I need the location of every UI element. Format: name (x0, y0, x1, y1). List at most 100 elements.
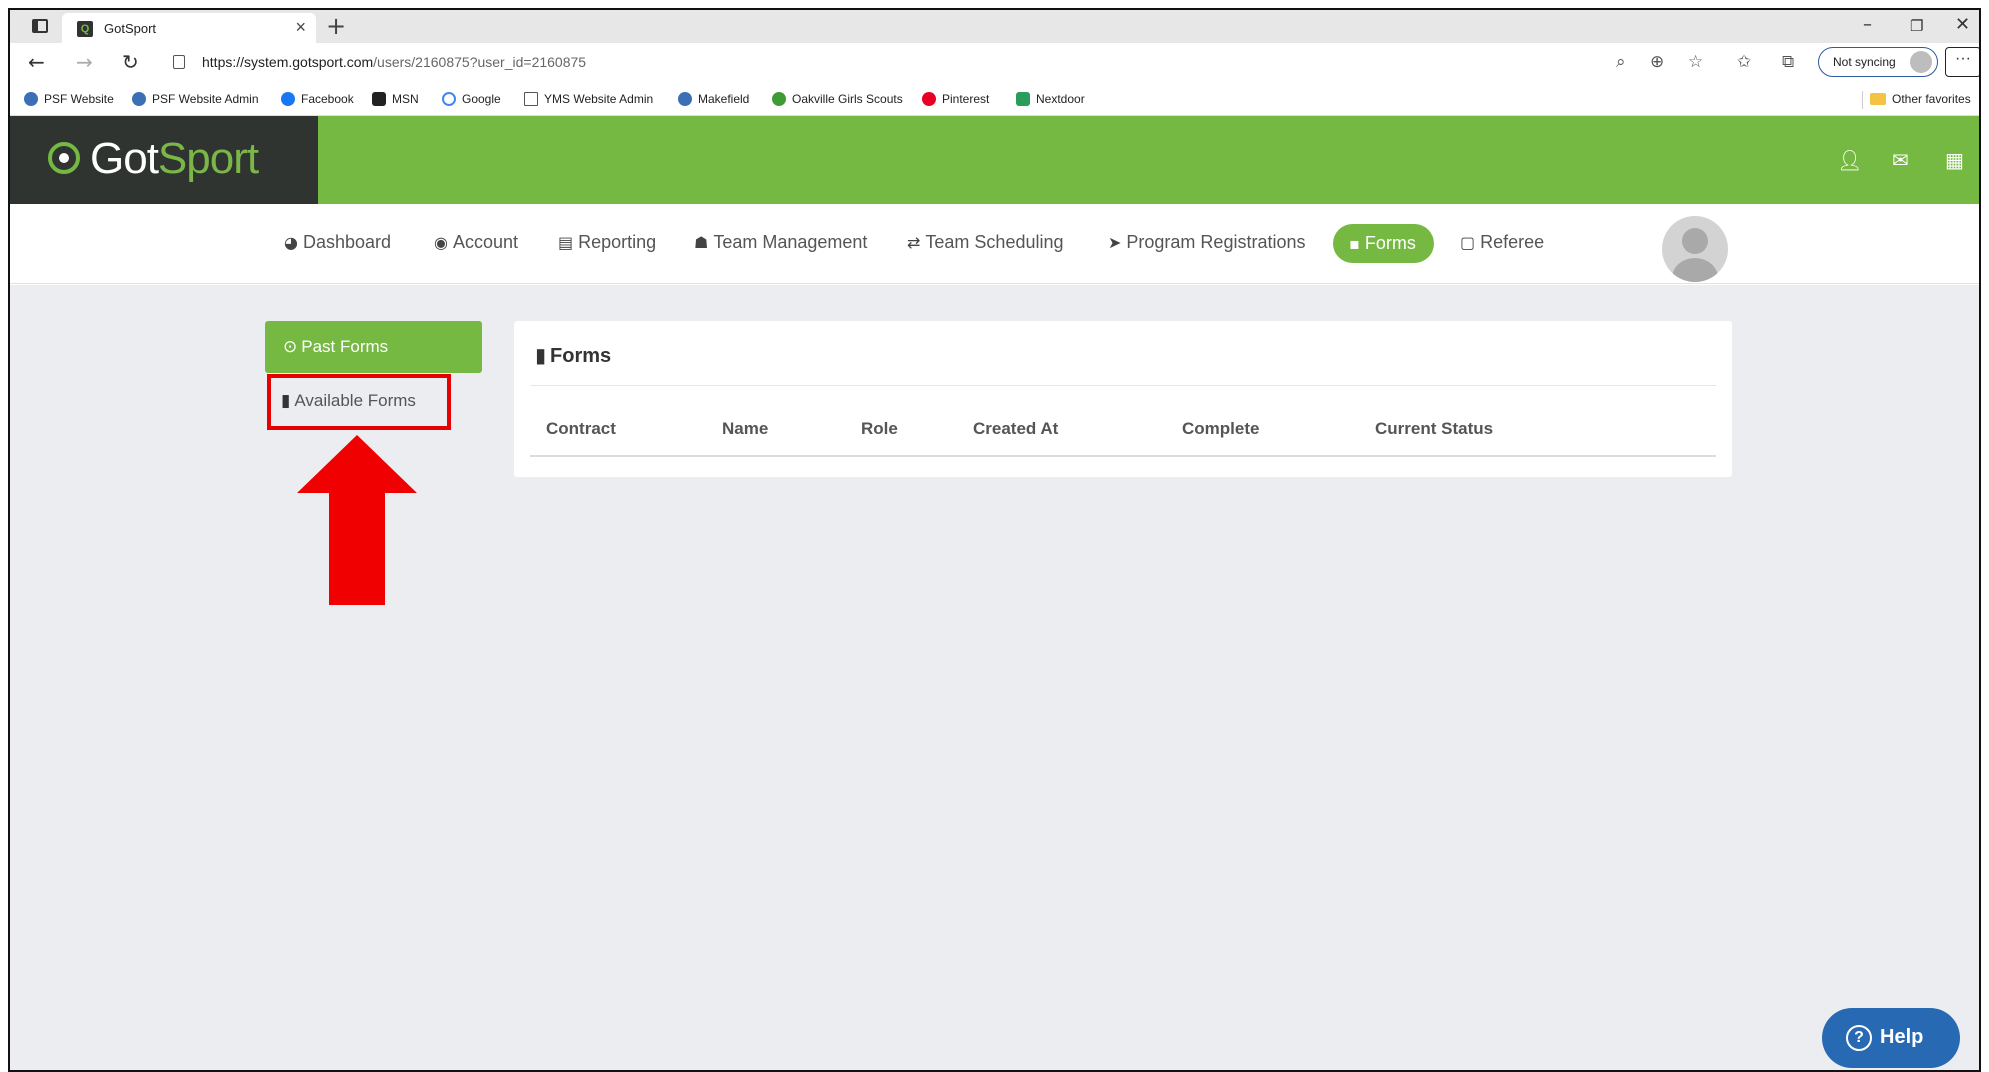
bookmark-makefield[interactable]: Makefield (678, 92, 749, 106)
psf-icon (24, 92, 38, 106)
red-arrow-annotation (297, 435, 417, 605)
bookmark-label: Pinterest (942, 92, 990, 106)
nav-account[interactable]: ◉ Account (434, 232, 518, 253)
bookmark-yms-website-admin[interactable]: YMS Website Admin (524, 92, 653, 106)
help-button[interactable]: ? Help (1822, 1008, 1960, 1068)
zoom-icon[interactable]: ⊕ (1650, 52, 1664, 72)
column-header-name[interactable]: Name (722, 419, 768, 439)
logo-got: Got (90, 134, 159, 183)
bookmark-label: Other favorites (1892, 92, 1971, 106)
window-close-icon[interactable]: ✕ (1955, 14, 1970, 35)
bookmark-label: MSN (392, 92, 419, 106)
address-bar-row: ← → ↻ https://system.gotsport.com/users/… (10, 43, 1979, 83)
highlight-box-annotation (267, 374, 451, 430)
gotsport-logo[interactable]: GotSport (10, 116, 318, 204)
calendar-icon: ▢ (1460, 233, 1476, 252)
nextdoor-icon (1016, 92, 1030, 106)
profile-avatar-icon (1910, 51, 1932, 73)
site-header: GotSport 👤︎ ✉︎ ▦ (10, 116, 1979, 204)
panel-title-text: Forms (550, 345, 612, 367)
bookmark-label: Makefield (698, 92, 750, 106)
panel-title: ▮ Forms (535, 343, 611, 368)
past-forms-button[interactable]: ⊙ Past Forms (265, 321, 482, 373)
nav-team-scheduling[interactable]: ⇄ Team Scheduling (907, 232, 1064, 253)
bookmark-label: PSF Website (44, 92, 114, 106)
new-tab-icon[interactable]: + (326, 12, 346, 40)
bookmark-psf-website-admin[interactable]: PSF Website Admin (132, 92, 259, 106)
minimize-icon[interactable]: – (1863, 14, 1872, 35)
back-icon[interactable]: ← (28, 50, 45, 74)
column-header-created-at[interactable]: Created At (973, 419, 1058, 439)
bookmark-oakville-girls-scouts[interactable]: Oakville Girls Scouts (772, 92, 903, 106)
gotsport-logo-icon (48, 142, 80, 174)
address-input[interactable]: https://system.gotsport.com/users/216087… (202, 54, 586, 70)
msn-icon (372, 92, 386, 106)
nav-forms[interactable]: ▪ Forms (1333, 224, 1434, 263)
browser-tabstrip: Q GotSport × + – ❐ ✕ (10, 10, 1979, 43)
column-header-current-status[interactable]: Current Status (1375, 419, 1493, 439)
bookmarks-divider (1862, 91, 1863, 109)
nav-label: Dashboard (302, 232, 392, 252)
nav-program-registrations[interactable]: ➤ Program Registrations (1108, 232, 1305, 253)
facebook-icon (281, 92, 295, 106)
logo-sport: Sport (157, 134, 259, 183)
user-icon[interactable]: 👤︎ (1837, 148, 1862, 172)
bookmark-nextdoor[interactable]: Nextdoor (1016, 92, 1085, 106)
tab-actions-icon[interactable] (32, 19, 48, 33)
tab-close-icon[interactable]: × (295, 17, 306, 38)
nav-team-management[interactable]: ☗ Team Management (694, 232, 867, 253)
bookmark-label: Oakville Girls Scouts (792, 92, 903, 106)
favorites-icon[interactable]: ✩ (1737, 52, 1751, 72)
clock-icon: ⊙ (283, 337, 298, 357)
column-header-complete[interactable]: Complete (1182, 419, 1259, 439)
refresh-icon[interactable]: ↻ (122, 50, 139, 74)
forward-icon[interactable]: → (76, 50, 93, 74)
browser-menu-icon[interactable]: ··· (1945, 47, 1979, 77)
paper-plane-icon: ➤ (1108, 233, 1122, 252)
apps-grid-icon[interactable]: ▦ (1945, 148, 1964, 172)
column-header-role[interactable]: Role (861, 419, 898, 439)
bookmark-msn[interactable]: MSN (372, 92, 419, 106)
bookmark-label: Facebook (301, 92, 354, 106)
nav-label: Account (452, 232, 519, 252)
read-aloud-icon[interactable]: ⌕ (1616, 52, 1626, 72)
add-favorite-icon[interactable]: ☆ (1688, 52, 1703, 72)
psf-icon (132, 92, 146, 106)
sync-button[interactable]: Not syncing (1818, 47, 1938, 77)
bookmark-facebook[interactable]: Facebook (281, 92, 354, 106)
column-header-contract[interactable]: Contract (546, 419, 616, 439)
google-icon (442, 92, 456, 106)
restore-icon[interactable]: ❐ (1910, 17, 1923, 35)
nav-label: Team Management (713, 232, 868, 252)
exchange-icon: ⇄ (907, 233, 921, 252)
psf-icon (678, 92, 692, 106)
forms-panel: ▮ Forms Contract Name Role Created At Com… (514, 321, 1732, 477)
user-avatar[interactable] (1662, 216, 1728, 282)
bookmark-label: Google (462, 92, 501, 106)
sync-label: Not syncing (1833, 55, 1896, 69)
help-label: Help (1880, 1026, 1924, 1048)
users-icon: ☗ (694, 233, 709, 252)
page-icon (524, 92, 538, 106)
lock-icon[interactable] (173, 55, 185, 69)
girl-scouts-icon (772, 92, 786, 106)
panel-divider (530, 385, 1716, 386)
bookmark-google[interactable]: Google (442, 92, 501, 106)
nav-referee[interactable]: ▢ Referee (1460, 232, 1544, 253)
gotsport-favicon-icon: Q (77, 21, 93, 37)
browser-tab[interactable]: Q GotSport × (62, 13, 316, 43)
collections-icon[interactable]: ⧉ (1782, 52, 1794, 72)
nav-reporting[interactable]: ▤ Reporting (558, 232, 656, 253)
nav-label: Reporting (578, 232, 657, 252)
bookmark-pinterest[interactable]: Pinterest (922, 92, 989, 106)
nav-label: Referee (1480, 232, 1545, 252)
url-host: https://system.gotsport.com (202, 54, 374, 70)
bookmark-psf-website[interactable]: PSF Website (24, 92, 114, 106)
envelope-icon[interactable]: ✉︎ (1892, 148, 1909, 172)
url-path: /users/2160875?user_id=2160875 (373, 54, 587, 70)
nav-dashboard[interactable]: ◕ Dashboard (284, 232, 391, 253)
file-icon: ▮ (535, 343, 547, 367)
bookmark-other-favorites[interactable]: Other favorites (1870, 92, 1971, 106)
logo-text: GotSport (90, 134, 259, 184)
dashboard-icon: ◕ (284, 233, 298, 252)
